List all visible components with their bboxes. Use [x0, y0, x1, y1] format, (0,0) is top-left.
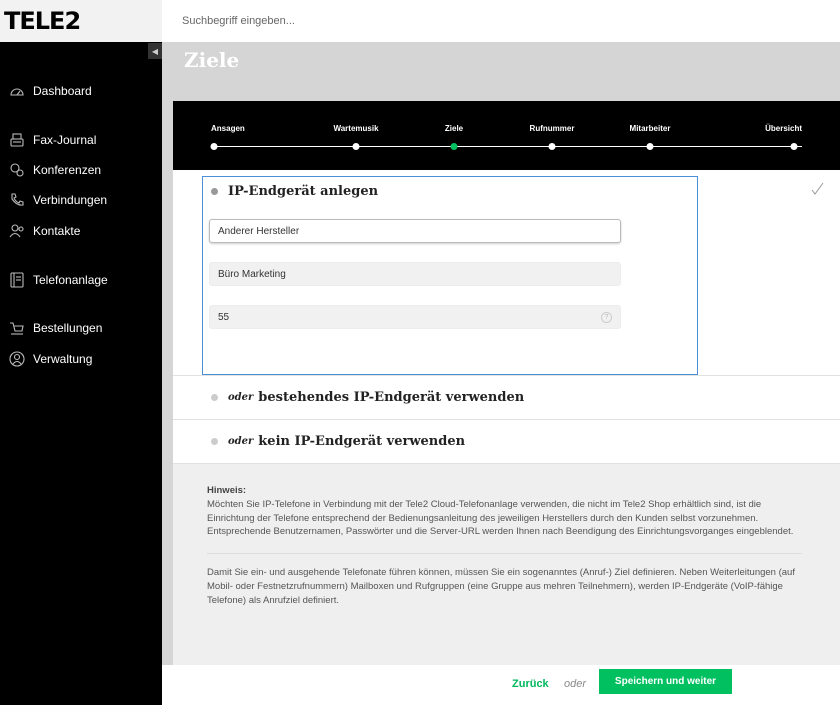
phone-system-icon — [10, 272, 24, 288]
step-dot-active — [450, 143, 458, 150]
dashboard-icon — [10, 88, 24, 96]
help-icon[interactable]: ? — [601, 312, 612, 323]
sidebar-item-label: Verbindungen — [33, 193, 108, 207]
manufacturer-select[interactable]: Anderer Hersteller — [209, 219, 621, 243]
search-input[interactable] — [182, 15, 582, 27]
wizard-stepper: Ansagen Wartemusik Ziele Rufnummer Mitar… — [173, 101, 840, 170]
fax-icon — [10, 133, 24, 147]
sidebar-item-verwaltung[interactable]: Verwaltung — [8, 350, 92, 368]
hint-box: Hinweis: Möchten Sie IP-Telefone in Verb… — [173, 464, 840, 607]
logo-area: TELE2 — [0, 0, 162, 42]
oder-label: oder — [228, 392, 254, 403]
conference-icon — [10, 163, 24, 177]
extension-number-value: 55 — [218, 311, 230, 323]
checkmark-icon — [811, 182, 824, 195]
option-none-header[interactable]: oder kein IP-Endgerät verwenden — [173, 420, 840, 463]
sidebar-item-label: Konferenzen — [33, 163, 102, 177]
sidebar-item-telefonanlage[interactable]: Telefonanlage — [8, 271, 108, 289]
or-label: oder — [564, 678, 587, 690]
step-dot — [210, 143, 218, 150]
option-none-title: kein IP-Endgerät verwenden — [258, 434, 466, 449]
radio-existing[interactable] — [211, 394, 218, 401]
divider — [207, 553, 802, 555]
step-mitarbeiter[interactable]: Mitarbeiter — [630, 124, 671, 133]
sidebar-item-label: Kontakte — [33, 224, 81, 238]
sidebar-item-kontakte[interactable]: Kontakte — [8, 222, 80, 240]
sidebar-item-konferenzen[interactable]: Konferenzen — [8, 161, 101, 179]
option-existing-header[interactable]: oder bestehendes IP-Endgerät verwenden — [173, 376, 840, 419]
sidebar-item-label: Telefonanlage — [33, 273, 108, 287]
search-bar — [162, 0, 840, 42]
radio-create[interactable] — [211, 188, 218, 195]
option-existing-device: oder bestehendes IP-Endgerät verwenden — [173, 376, 840, 420]
main-content: Ziele Ansagen Wartemusik Ziele Rufnummer… — [162, 42, 840, 665]
tele2-logo[interactable]: TELE2 — [4, 7, 81, 35]
option-create-title: IP-Endgerät anlegen — [228, 184, 379, 199]
sidebar: ◀ Dashboard Fax-Journal Konferenzen Verb… — [0, 42, 162, 705]
collapse-sidebar-button[interactable]: ◀ — [148, 43, 162, 59]
sidebar-item-label: Dashboard — [33, 84, 92, 98]
step-ansagen[interactable]: Ansagen — [211, 124, 245, 133]
save-and-continue-button[interactable]: Speichern und weiter — [599, 669, 732, 694]
option-create-header[interactable]: IP-Endgerät anlegen — [173, 170, 840, 213]
step-ziele[interactable]: Ziele — [445, 124, 463, 133]
sidebar-item-verbindungen[interactable]: Verbindungen — [8, 191, 107, 209]
step-dot — [646, 143, 654, 150]
cart-icon — [10, 322, 24, 335]
sidebar-item-dashboard[interactable]: Dashboard — [8, 82, 92, 100]
device-form: Anderer Hersteller Büro Marketing 55 ? — [173, 213, 840, 375]
hint-heading: Hinweis: — [207, 485, 247, 496]
step-dot — [790, 143, 798, 150]
footer-bar: Zurück oder Speichern und weiter — [162, 665, 840, 705]
phone-icon — [11, 193, 24, 206]
hint-paragraph-1: Möchten Sie IP-Telefone in Verbindung mi… — [207, 498, 794, 538]
option-no-device: oder kein IP-Endgerät verwenden — [173, 420, 840, 464]
stepper-line — [211, 146, 802, 147]
device-name-value: Büro Marketing — [218, 268, 286, 280]
step-dot — [548, 143, 556, 150]
step-wartemusik[interactable]: Wartemusik — [333, 124, 378, 133]
sidebar-item-bestellungen[interactable]: Bestellungen — [8, 319, 102, 337]
sidebar-item-label: Verwaltung — [33, 352, 93, 366]
sidebar-item-fax-journal[interactable]: Fax-Journal — [8, 131, 96, 149]
admin-icon — [9, 351, 25, 367]
page-title: Ziele — [184, 48, 240, 72]
device-name-field[interactable]: Büro Marketing — [209, 262, 621, 286]
chevron-left-icon: ◀ — [151, 46, 159, 56]
back-link[interactable]: Zurück — [512, 678, 549, 690]
manufacturer-value: Anderer Hersteller — [218, 225, 300, 237]
option-create-device: IP-Endgerät anlegen Anderer Hersteller B… — [173, 170, 840, 376]
oder-label: oder — [228, 436, 254, 447]
sidebar-item-label: Bestellungen — [33, 321, 103, 335]
wizard-card: Ansagen Wartemusik Ziele Rufnummer Mitar… — [173, 101, 840, 665]
sidebar-item-label: Fax-Journal — [33, 133, 97, 147]
extension-number-field[interactable]: 55 ? — [209, 305, 621, 329]
hint-paragraph-2: Damit Sie ein- und ausgehende Telefonate… — [207, 567, 795, 606]
step-uebersicht[interactable]: Übersicht — [765, 124, 802, 133]
option-existing-title: bestehendes IP-Endgerät verwenden — [258, 390, 525, 405]
step-dot — [352, 143, 360, 150]
contacts-icon — [9, 224, 24, 238]
step-rufnummer[interactable]: Rufnummer — [530, 124, 575, 133]
radio-none[interactable] — [211, 438, 218, 445]
